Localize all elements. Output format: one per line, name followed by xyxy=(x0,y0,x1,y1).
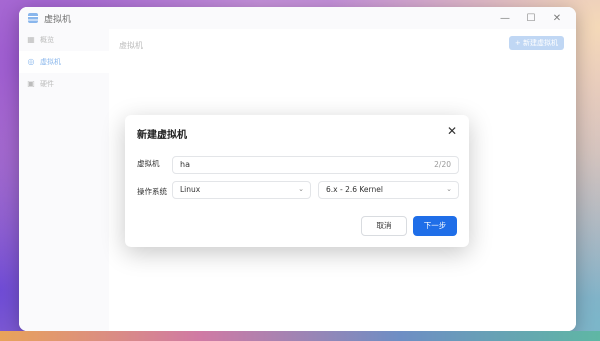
chevron-down-icon: ⌄ xyxy=(298,185,304,193)
next-button[interactable]: 下一步 xyxy=(413,216,457,236)
dialog-title: 新建虚拟机 xyxy=(137,130,187,141)
kernel-select-value: 6.x - 2.6 Kernel xyxy=(326,185,383,194)
cancel-button[interactable]: 取消 xyxy=(361,216,407,236)
os-label: 操作系统 xyxy=(137,187,167,196)
os-select[interactable]: Linux ⌄ xyxy=(172,181,311,199)
close-icon[interactable]: ✕ xyxy=(447,124,457,138)
char-count: 2/20 xyxy=(434,160,451,169)
new-vm-dialog: 新建虚拟机 ✕ 虚拟机 ha 2/20 操作系统 Linux ⌄ 6.x - 2… xyxy=(125,115,469,247)
desktop-wallpaper-strip xyxy=(0,331,600,341)
os-select-value: Linux xyxy=(180,185,201,194)
vm-name-value: ha xyxy=(180,160,190,169)
vm-name-label: 虚拟机 xyxy=(137,159,160,168)
vm-name-input[interactable]: ha 2/20 xyxy=(172,156,459,174)
chevron-down-icon: ⌄ xyxy=(446,185,452,193)
kernel-select[interactable]: 6.x - 2.6 Kernel ⌄ xyxy=(318,181,459,199)
